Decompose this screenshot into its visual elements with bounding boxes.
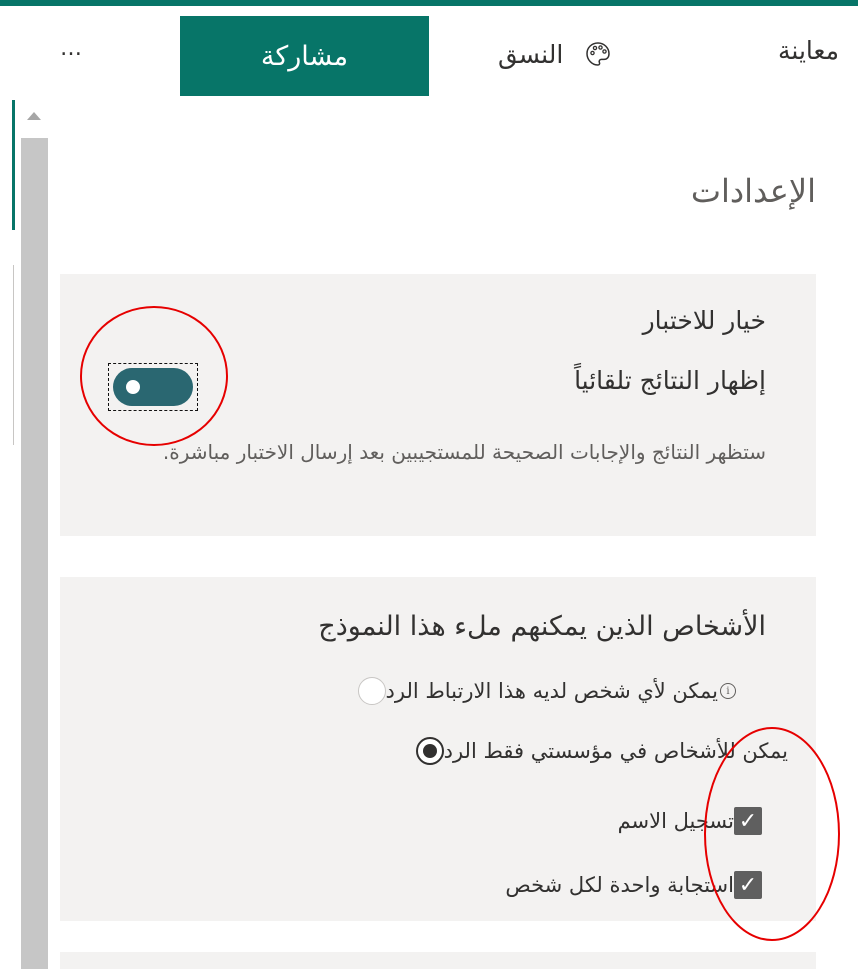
next-settings-card [60,952,816,969]
radio-org-only[interactable] [415,737,444,765]
palette-icon [586,42,611,66]
who-can-fill-card: الأشخاص الذين يمكنهم ملء هذا النموذج يمك… [60,577,816,921]
scroll-up-arrow-icon[interactable] [27,112,41,120]
one-response-label: استجابة واحدة لكل شخص [505,873,734,897]
option-anyone-label: يمكن لأي شخص لديه هذا الارتباط الرد [385,679,719,703]
panel-edge-accent [12,100,15,230]
show-results-label: إظهار النتائج تلقائياً [574,366,766,395]
quiz-options-heading: خيار للاختبار [642,306,766,335]
option-anyone-with-link[interactable]: يمكن لأي شخص لديه هذا الارتباط الرد i [357,677,791,705]
scrollbar-thumb[interactable] [21,138,48,969]
who-can-fill-heading: الأشخاص الذين يمكنهم ملء هذا النموذج [318,611,766,642]
toggle-knob [126,380,140,394]
panel-edge-divider [13,265,14,445]
one-response-checkbox[interactable]: ✓ [734,871,762,899]
theme-button-label: النسق [498,39,564,69]
show-results-description: ستظهر النتائج والإجابات الصحيحة للمستجيب… [162,440,766,464]
option-org-only[interactable]: يمكن للأشخاص في مؤسستي فقط الرد [415,737,790,765]
record-name-checkbox[interactable]: ✓ [734,807,762,835]
info-icon[interactable]: i [720,683,736,699]
option-org-only-label: يمكن للأشخاص في مؤسستي فقط الرد [443,739,788,763]
checkbox-record-name-row[interactable]: ✓ تسجيل الاسم [618,807,762,835]
share-button-label: مشاركة [260,40,349,72]
preview-button[interactable]: معاينة [778,36,839,65]
show-results-toggle-focus [108,363,198,411]
more-options-button[interactable]: … [60,38,85,60]
command-bar: … مشاركة النسق معاينة [0,6,858,100]
checkbox-one-response-row[interactable]: ✓ استجابة واحدة لكل شخص [505,871,762,899]
quiz-options-card: خيار للاختبار إظهار النتائج تلقائياً ستظ… [60,274,816,536]
share-button[interactable]: مشاركة [180,16,429,96]
record-name-label: تسجيل الاسم [617,809,734,833]
radio-anyone[interactable] [357,677,386,705]
theme-button[interactable]: النسق [498,34,611,74]
show-results-toggle[interactable] [113,368,193,406]
settings-title: الإعدادات [690,172,816,210]
